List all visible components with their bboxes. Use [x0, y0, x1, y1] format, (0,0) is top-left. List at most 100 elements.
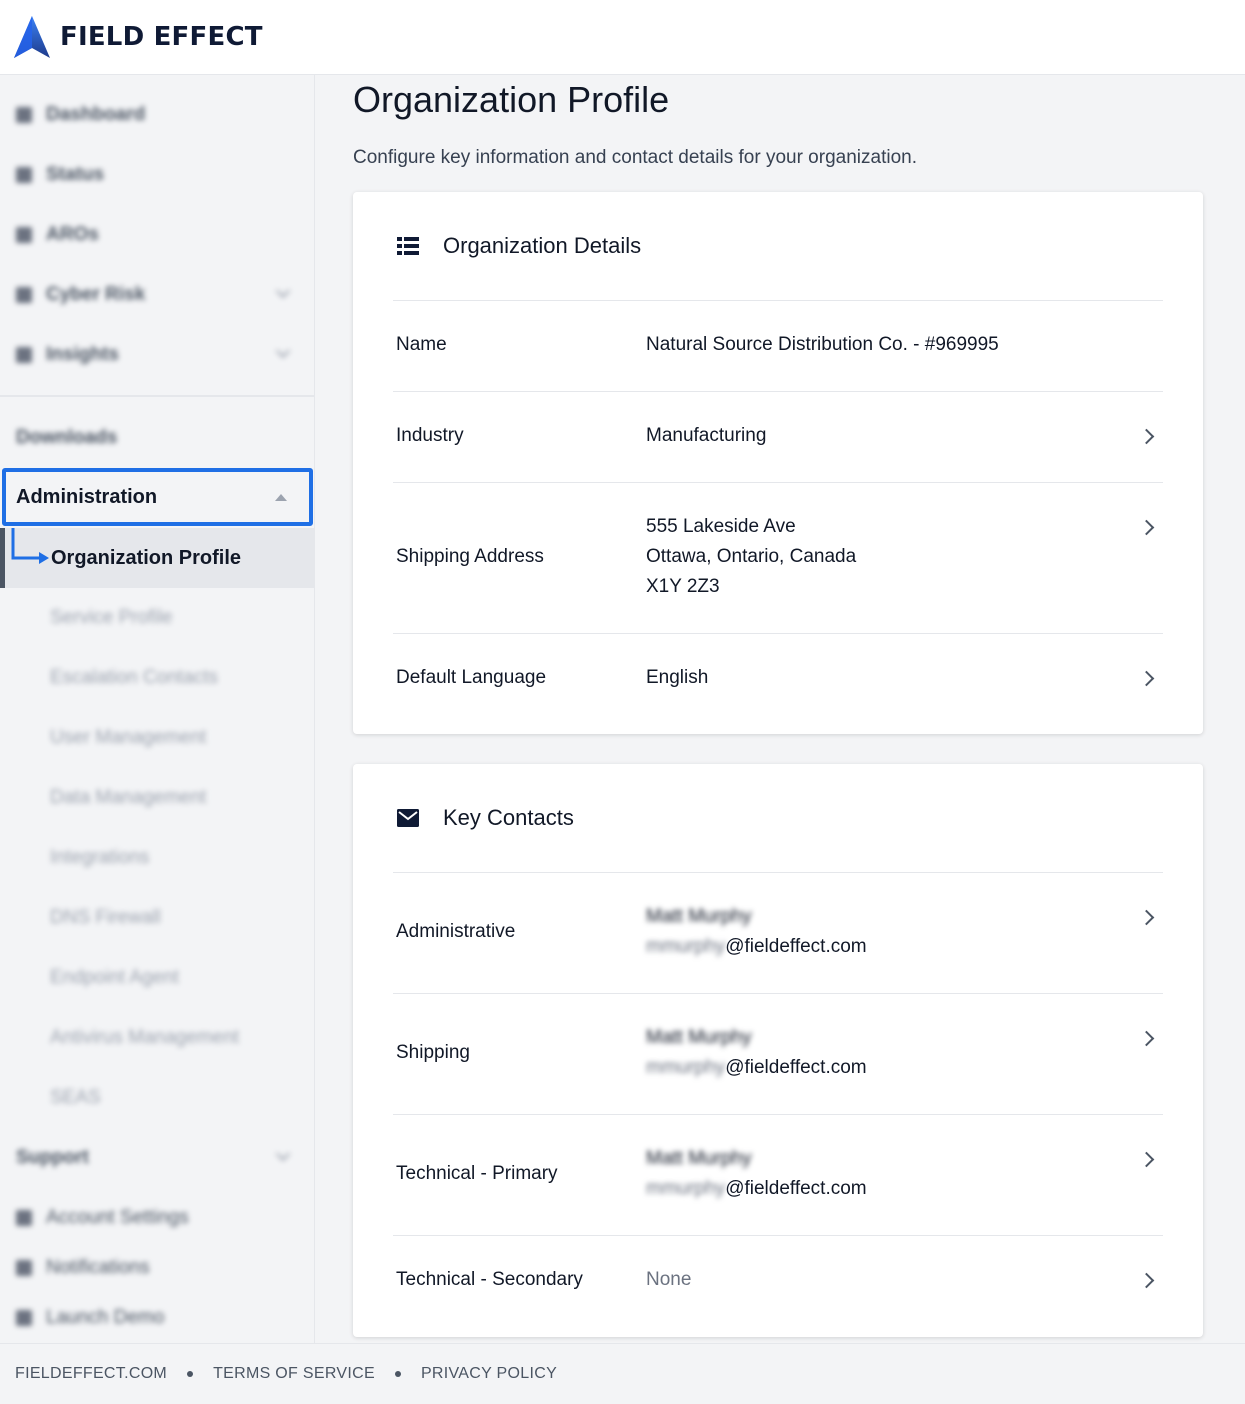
bell-icon	[16, 1260, 32, 1276]
address-line-2: Ottawa, Ontario, Canada	[646, 546, 857, 567]
chevron-down-icon	[275, 1146, 291, 1162]
chevron-right-icon[interactable]	[1138, 1272, 1155, 1289]
detail-row-industry[interactable]: Industry Manufacturing	[393, 392, 1163, 483]
envelope-icon	[397, 809, 419, 827]
page-title: Organization Profile	[353, 79, 670, 120]
footer-link-terms[interactable]: TERMS OF SERVICE	[213, 1365, 375, 1383]
chevron-down-icon	[275, 343, 291, 359]
sidebar-item-escalation-contacts[interactable]: Escalation Contacts	[50, 663, 218, 693]
card-title: Key Contacts	[443, 805, 574, 830]
footer-link-privacy[interactable]: PRIVACY POLICY	[421, 1365, 557, 1383]
sidebar-item-label: Launch Demo	[46, 1307, 165, 1328]
email-domain: @fieldeffect.com	[725, 1057, 867, 1078]
sidebar-item-launch-demo[interactable]: Launch Demo	[16, 1303, 164, 1333]
row-value: Natural Source Distribution Co. - #96999…	[646, 334, 999, 355]
sidebar-item-aros[interactable]: AROs	[16, 220, 99, 250]
footer-link-fieldeffect[interactable]: FIELDEFFECT.COM	[15, 1365, 167, 1383]
list-icon	[397, 237, 419, 255]
sidebar-item-support[interactable]: Support	[16, 1143, 306, 1173]
alert-icon	[16, 227, 32, 243]
sidebar-item-service-profile[interactable]: Service Profile	[50, 603, 173, 633]
gauge-icon	[16, 287, 32, 303]
sidebar-item-notifications[interactable]: Notifications	[16, 1253, 150, 1283]
chevron-right-icon[interactable]	[1138, 1030, 1155, 1047]
brand-name[interactable]: FIELD EFFECT	[60, 22, 263, 52]
chevron-right-icon[interactable]	[1138, 1151, 1155, 1168]
sidebar-item-integrations[interactable]: Integrations	[50, 843, 149, 873]
row-value: Manufacturing	[646, 425, 767, 446]
field-effect-logo-icon[interactable]	[14, 16, 50, 58]
card-title: Organization Details	[443, 233, 642, 258]
row-label: Shipping	[396, 1042, 470, 1063]
chevron-right-icon[interactable]	[1138, 670, 1155, 687]
contact-row-technical-secondary[interactable]: Technical - Secondary None	[393, 1236, 1163, 1337]
organization-details-card: Organization Details Name Natural Source…	[353, 192, 1203, 734]
contact-email: mmurphy@fieldeffect.com	[646, 1053, 867, 1083]
email-user: mmurphy	[646, 936, 726, 957]
sidebar-item-label: Cyber Risk	[46, 284, 146, 305]
chevron-right-icon[interactable]	[1138, 428, 1155, 445]
sidebar-item-account-settings[interactable]: Account Settings	[16, 1203, 189, 1233]
row-label: Default Language	[396, 667, 547, 688]
email-user: mmurphy	[646, 1057, 726, 1078]
sidebar-item-dns-firewall[interactable]: DNS Firewall	[50, 903, 161, 933]
sidebar: Dashboard Status AROs Cyber Risk Insight…	[0, 75, 315, 1343]
contact-row-technical-primary[interactable]: Technical - Primary Matt Murphy mmurphy@…	[393, 1115, 1163, 1236]
caret-up-icon	[275, 494, 287, 501]
detail-row-shipping-address[interactable]: Shipping Address 555 Lakeside Ave Ottawa…	[393, 483, 1163, 634]
address-line-3: X1Y 2Z3	[646, 576, 720, 597]
sidebar-item-user-management[interactable]: User Management	[50, 723, 206, 753]
sidebar-item-label: Support	[16, 1147, 89, 1168]
chevron-down-icon	[275, 283, 291, 299]
chevron-right-icon[interactable]	[1138, 519, 1155, 536]
sidebar-item-label: AROs	[46, 224, 99, 245]
sidebar-item-insights[interactable]: Insights	[16, 340, 306, 370]
address-line-1: 555 Lakeside Ave	[646, 516, 796, 537]
grid-icon	[16, 107, 32, 123]
sidebar-item-administration[interactable]: Administration	[2, 468, 313, 526]
sidebar-item-seas[interactable]: SEAS	[50, 1083, 101, 1113]
bullet-separator	[394, 1371, 401, 1377]
contact-row-administrative[interactable]: Administrative Matt Murphy mmurphy@field…	[393, 873, 1163, 994]
contact-row-shipping[interactable]: Shipping Matt Murphy mmurphy@fieldeffect…	[393, 994, 1163, 1115]
sidebar-item-antivirus-management[interactable]: Antivirus Management	[50, 1023, 239, 1053]
email-domain: @fieldeffect.com	[725, 936, 867, 957]
row-label: Shipping Address	[396, 546, 544, 567]
chevron-right-icon[interactable]	[1138, 909, 1155, 926]
sidebar-item-label: Status	[46, 164, 105, 185]
row-value: None	[646, 1269, 692, 1290]
sidebar-item-cyber-risk[interactable]: Cyber Risk	[16, 280, 306, 310]
sidebar-item-dashboard[interactable]: Dashboard	[16, 100, 145, 130]
sidebar-item-label: Notifications	[46, 1257, 150, 1278]
contact-email: mmurphy@fieldeffect.com	[646, 932, 867, 962]
annotation-arrow-icon	[11, 528, 49, 564]
page-subtitle: Configure key information and contact de…	[353, 147, 917, 168]
detail-row-default-language[interactable]: Default Language English	[393, 634, 1163, 734]
row-label: Administrative	[396, 921, 516, 942]
sidebar-item-label: Organization Profile	[51, 546, 242, 569]
row-label: Industry	[396, 425, 464, 446]
contact-email: mmurphy@fieldeffect.com	[646, 1174, 867, 1204]
sidebar-item-status[interactable]: Status	[16, 160, 104, 190]
card-header: Key Contacts	[393, 764, 1163, 873]
contact-name: Matt Murphy	[646, 906, 752, 927]
sidebar-divider	[0, 395, 314, 397]
contact-name: Matt Murphy	[646, 1148, 752, 1169]
row-value: English	[646, 667, 709, 688]
sidebar-item-downloads[interactable]: Downloads	[16, 423, 117, 453]
row-label: Name	[396, 334, 447, 355]
sidebar-item-label: Account Settings	[46, 1207, 189, 1228]
contact-name: Matt Murphy	[646, 1027, 752, 1048]
sidebar-item-label: Downloads	[16, 427, 118, 448]
row-label: Technical - Primary	[396, 1163, 558, 1184]
sidebar-item-data-management[interactable]: Data Management	[50, 783, 206, 813]
status-icon	[16, 167, 32, 183]
sidebar-item-label: Insights	[46, 344, 119, 365]
row-label: Technical - Secondary	[396, 1269, 583, 1290]
demo-icon	[16, 1310, 32, 1326]
trend-icon	[16, 347, 32, 363]
detail-row-name: Name Natural Source Distribution Co. - #…	[393, 301, 1163, 392]
email-user: mmurphy	[646, 1178, 726, 1199]
sidebar-item-endpoint-agent[interactable]: Endpoint Agent	[50, 963, 179, 993]
sidebar-item-label: Administration	[16, 485, 158, 508]
